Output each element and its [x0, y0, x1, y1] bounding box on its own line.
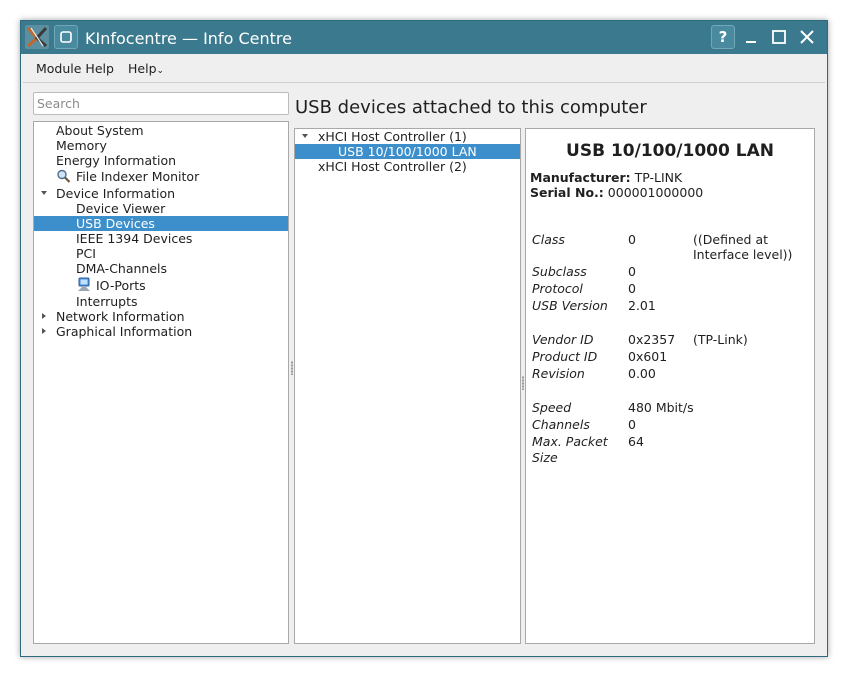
prop-value-product-id: 0x601 — [628, 349, 668, 364]
keep-on-top-button[interactable] — [54, 25, 78, 49]
minimize-button[interactable] — [739, 25, 763, 49]
chevron-down-icon[interactable] — [301, 132, 309, 140]
maximize-button[interactable] — [767, 25, 791, 49]
kinfocentre-window: KInfocentre — Info Centre ? Module Help … — [20, 20, 828, 657]
splitter-handle[interactable] — [522, 376, 524, 390]
prop-value-subclass: 0 — [628, 264, 636, 279]
prop-value-vendor-id: 0x2357 — [628, 332, 676, 347]
sidebar-item-label: PCI — [76, 246, 96, 261]
usb-item-label: USB 10/100/1000 LAN — [338, 144, 477, 159]
maximize-icon — [772, 30, 786, 44]
menu-help[interactable]: Help⌄ — [128, 61, 164, 76]
prop-extra-class: ((Defined at Interface level)) — [693, 232, 793, 262]
device-details: USB 10/100/1000 LAN Manufacturer: TP-LIN… — [525, 128, 815, 644]
chevron-right-icon[interactable] — [40, 327, 48, 335]
close-button[interactable] — [795, 25, 819, 49]
window-title: KInfocentre — Info Centre — [85, 29, 292, 48]
sidebar-item-ieee-1394-devices[interactable]: IEEE 1394 Devices — [76, 231, 192, 246]
sidebar-item-memory[interactable]: Memory — [56, 138, 107, 153]
sidebar-item-label: Network Information — [56, 309, 185, 324]
sidebar-item-label: Memory — [56, 138, 107, 153]
sidebar-item-device-viewer[interactable]: Device Viewer — [76, 201, 165, 216]
usb-item-lan-adapter[interactable]: USB 10/100/1000 LAN — [295, 144, 520, 159]
menu-help-indicator: ⌄ — [156, 66, 165, 76]
sidebar-item-usb-devices[interactable]: USB Devices — [34, 216, 288, 231]
menu-module-help[interactable]: Module Help — [36, 61, 114, 76]
usb-item-label: xHCI Host Controller (1) — [318, 129, 467, 144]
sidebar-item-label: Graphical Information — [56, 324, 193, 339]
prop-label-usb-version: USB Version — [532, 298, 608, 313]
sidebar-item-label: Interrupts — [76, 294, 138, 309]
chevron-down-icon[interactable] — [40, 189, 48, 197]
prop-value-channels: 0 — [628, 417, 636, 432]
prop-value-protocol: 0 — [628, 281, 636, 296]
prop-value-speed: 480 Mbit/s — [628, 400, 694, 415]
sidebar-item-label: Energy Information — [56, 153, 177, 168]
sidebar-item-graphical-information[interactable]: Graphical Information — [56, 324, 192, 339]
prop-label-class: Class — [532, 232, 565, 247]
sidebar-item-label: Device Information — [56, 186, 176, 201]
prop-value-max-packet-size: 64 — [628, 434, 644, 449]
usb-item-label: xHCI Host Controller (2) — [318, 159, 467, 174]
menu-separator — [23, 82, 825, 83]
sidebar-item-label: About System — [56, 123, 144, 138]
title-bar[interactable]: KInfocentre — Info Centre ? — [21, 21, 827, 54]
sidebar-item-network-information[interactable]: Network Information — [56, 309, 185, 324]
minimize-icon — [746, 41, 756, 43]
menu-help-label: Help — [128, 61, 157, 76]
prop-label-protocol: Protocol — [532, 281, 583, 296]
manufacturer-value: TP-LINK — [634, 170, 683, 185]
prop-label-product-id: Product ID — [532, 349, 598, 364]
usb-item-xhci-2[interactable]: xHCI Host Controller (2) — [318, 159, 467, 174]
magnifier-icon — [57, 169, 71, 183]
sidebar-item-label: USB Devices — [76, 216, 155, 231]
prop-value-revision: 0.00 — [628, 366, 656, 381]
search-input[interactable] — [33, 92, 289, 115]
chevron-right-icon[interactable] — [40, 312, 48, 320]
sidebar-item-energy-information[interactable]: Energy Information — [56, 153, 176, 168]
close-icon — [800, 30, 814, 44]
usb-item-xhci-1[interactable]: xHCI Host Controller (1) — [318, 129, 467, 144]
sidebar-item-interrupts[interactable]: Interrupts — [76, 294, 138, 309]
manufacturer-row: Manufacturer: TP-LINK — [530, 170, 682, 185]
sidebar-item-label: DMA-Channels — [76, 261, 168, 276]
splitter-handle[interactable] — [291, 361, 293, 375]
sidebar-item-label: File Indexer Monitor — [75, 169, 200, 184]
prop-value-usb-version: 2.01 — [628, 298, 656, 313]
keep-above-icon — [60, 31, 72, 43]
prop-extra-vendor-id: (TP-Link) — [693, 332, 748, 347]
usb-device-tree[interactable]: xHCI Host Controller (1) USB 10/100/1000… — [294, 128, 521, 644]
prop-label-channels: Channels — [532, 417, 590, 432]
menu-bar: Module Help Help⌄ — [21, 54, 827, 82]
module-tree[interactable]: About System Memory Energy Information F… — [33, 121, 289, 644]
prop-label-subclass: Subclass — [532, 264, 587, 279]
prop-label-revision: Revision — [532, 366, 585, 381]
sidebar-item-dma-channels[interactable]: DMA-Channels — [76, 261, 167, 276]
sidebar-item-file-indexer-monitor[interactable]: File Indexer Monitor — [56, 169, 199, 184]
device-title: USB 10/100/1000 LAN — [566, 141, 774, 161]
kinfocentre-app-icon[interactable] — [25, 25, 49, 49]
sidebar-item-device-information[interactable]: Device Information — [56, 186, 175, 201]
sidebar-item-label: Device Viewer — [76, 201, 166, 216]
prop-value-class: 0 — [628, 232, 636, 247]
serial-row: Serial No.: 000001000000 — [530, 185, 703, 200]
serial-label: Serial No.: — [530, 185, 604, 200]
sidebar-item-label: IO-Ports — [95, 278, 146, 293]
prop-label-vendor-id: Vendor ID — [532, 332, 594, 347]
prop-label-speed: Speed — [532, 400, 572, 415]
serial-value: 000001000000 — [607, 185, 704, 200]
sidebar-item-about-system[interactable]: About System — [56, 123, 144, 138]
page-title: USB devices attached to this computer — [295, 97, 647, 118]
sidebar-item-label: IEEE 1394 Devices — [76, 231, 193, 246]
prop-label-max-packet-size: Max. Packet Size — [532, 434, 608, 465]
manufacturer-label: Manufacturer: — [530, 170, 631, 185]
io-ports-icon — [78, 277, 90, 291]
help-button[interactable]: ? — [711, 25, 735, 49]
sidebar-item-pci[interactable]: PCI — [76, 246, 96, 261]
sidebar-item-io-ports[interactable]: IO-Ports — [76, 277, 146, 293]
help-icon: ? — [718, 28, 728, 46]
